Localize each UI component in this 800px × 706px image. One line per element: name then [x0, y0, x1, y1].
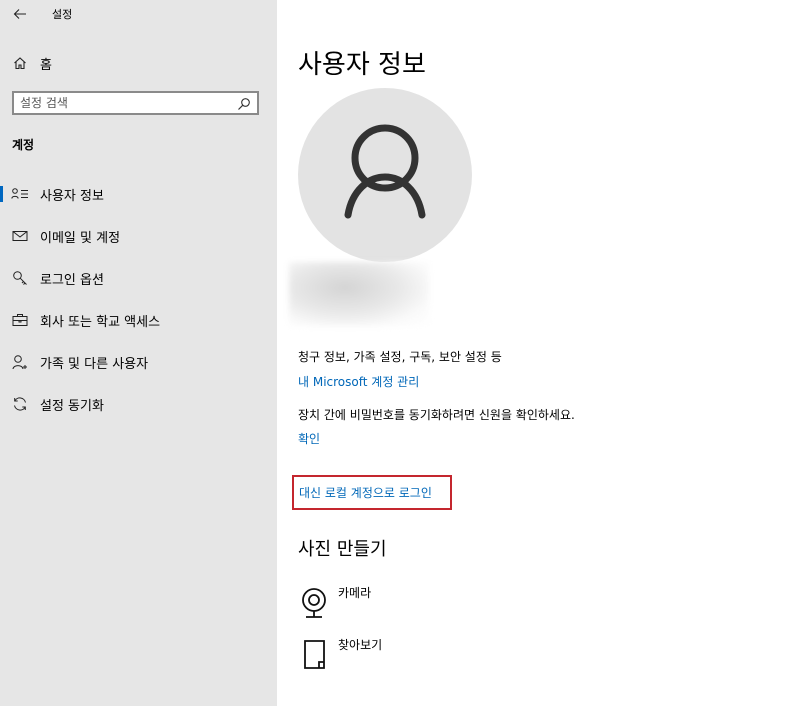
user-placeholder-icon: [344, 124, 426, 219]
camera-option[interactable]: 카메라: [298, 586, 498, 626]
sidebar-item-label: 로그인 옵션: [40, 272, 104, 288]
sidebar-item-email-accounts[interactable]: 이메일 및 계정: [0, 219, 277, 253]
sidebar-item-label: 이메일 및 계정: [40, 230, 121, 246]
verify-link[interactable]: 확인: [298, 430, 320, 447]
avatar: [298, 88, 472, 262]
main-content: 사용자 정보 청구 정보, 가족 설정, 구독, 보안 설정 등 내 Micro…: [277, 0, 800, 706]
browse-option[interactable]: 찾아보기: [298, 638, 498, 678]
selection-indicator: [0, 186, 3, 202]
create-photo-heading: 사진 만들기: [298, 539, 387, 560]
user-info-icon: [11, 185, 29, 203]
browse-label: 찾아보기: [338, 638, 383, 652]
sidebar-item-label: 설정 동기화: [40, 398, 104, 414]
title-bar: 설정: [0, 0, 277, 28]
key-icon: [11, 269, 29, 287]
briefcase-icon: [11, 311, 29, 329]
sidebar-item-sync-settings[interactable]: 설정 동기화: [0, 387, 277, 421]
mail-icon: [11, 227, 29, 245]
sidebar-item-home[interactable]: 홈: [0, 50, 277, 76]
browse-icon: [300, 638, 332, 672]
sidebar-item-label: 회사 또는 학교 액세스: [40, 314, 161, 330]
back-button[interactable]: [8, 4, 32, 24]
search-input[interactable]: [20, 94, 230, 112]
section-heading: 계정: [12, 138, 35, 152]
sidebar-item-label: 홈: [40, 57, 52, 73]
sidebar-item-work-school[interactable]: 회사 또는 학교 액세스: [0, 303, 277, 337]
verify-identity-text: 장치 간에 비밀번호를 동기화하려면 신원을 확인하세요.: [298, 408, 575, 422]
search-icon[interactable]: [237, 96, 251, 110]
sidebar-item-label: 가족 및 다른 사용자: [40, 356, 149, 372]
search-box[interactable]: [12, 91, 259, 115]
page-title: 사용자 정보: [298, 50, 426, 80]
manage-account-link[interactable]: 내 Microsoft 계정 관리: [298, 373, 419, 390]
sidebar-item-label: 사용자 정보: [40, 188, 104, 204]
back-arrow-icon: [13, 9, 26, 19]
sync-icon: [11, 395, 29, 413]
sidebar: 설정 홈 계정 사용자 정보: [0, 0, 277, 706]
window-title: 설정: [52, 8, 73, 21]
sidebar-item-sign-in-options[interactable]: 로그인 옵션: [0, 261, 277, 295]
blurred-account-name: [289, 262, 429, 326]
billing-info-text: 청구 정보, 가족 설정, 구독, 보안 설정 등: [298, 350, 502, 364]
camera-icon: [300, 586, 332, 620]
camera-label: 카메라: [338, 586, 372, 600]
local-account-sign-in-link[interactable]: 대신 로컬 계정으로 로그인: [299, 484, 432, 501]
sidebar-item-user-info[interactable]: 사용자 정보: [0, 177, 277, 211]
home-icon: [12, 55, 28, 71]
sidebar-item-family-users[interactable]: 가족 및 다른 사용자: [0, 345, 277, 379]
person-add-icon: [11, 353, 29, 371]
